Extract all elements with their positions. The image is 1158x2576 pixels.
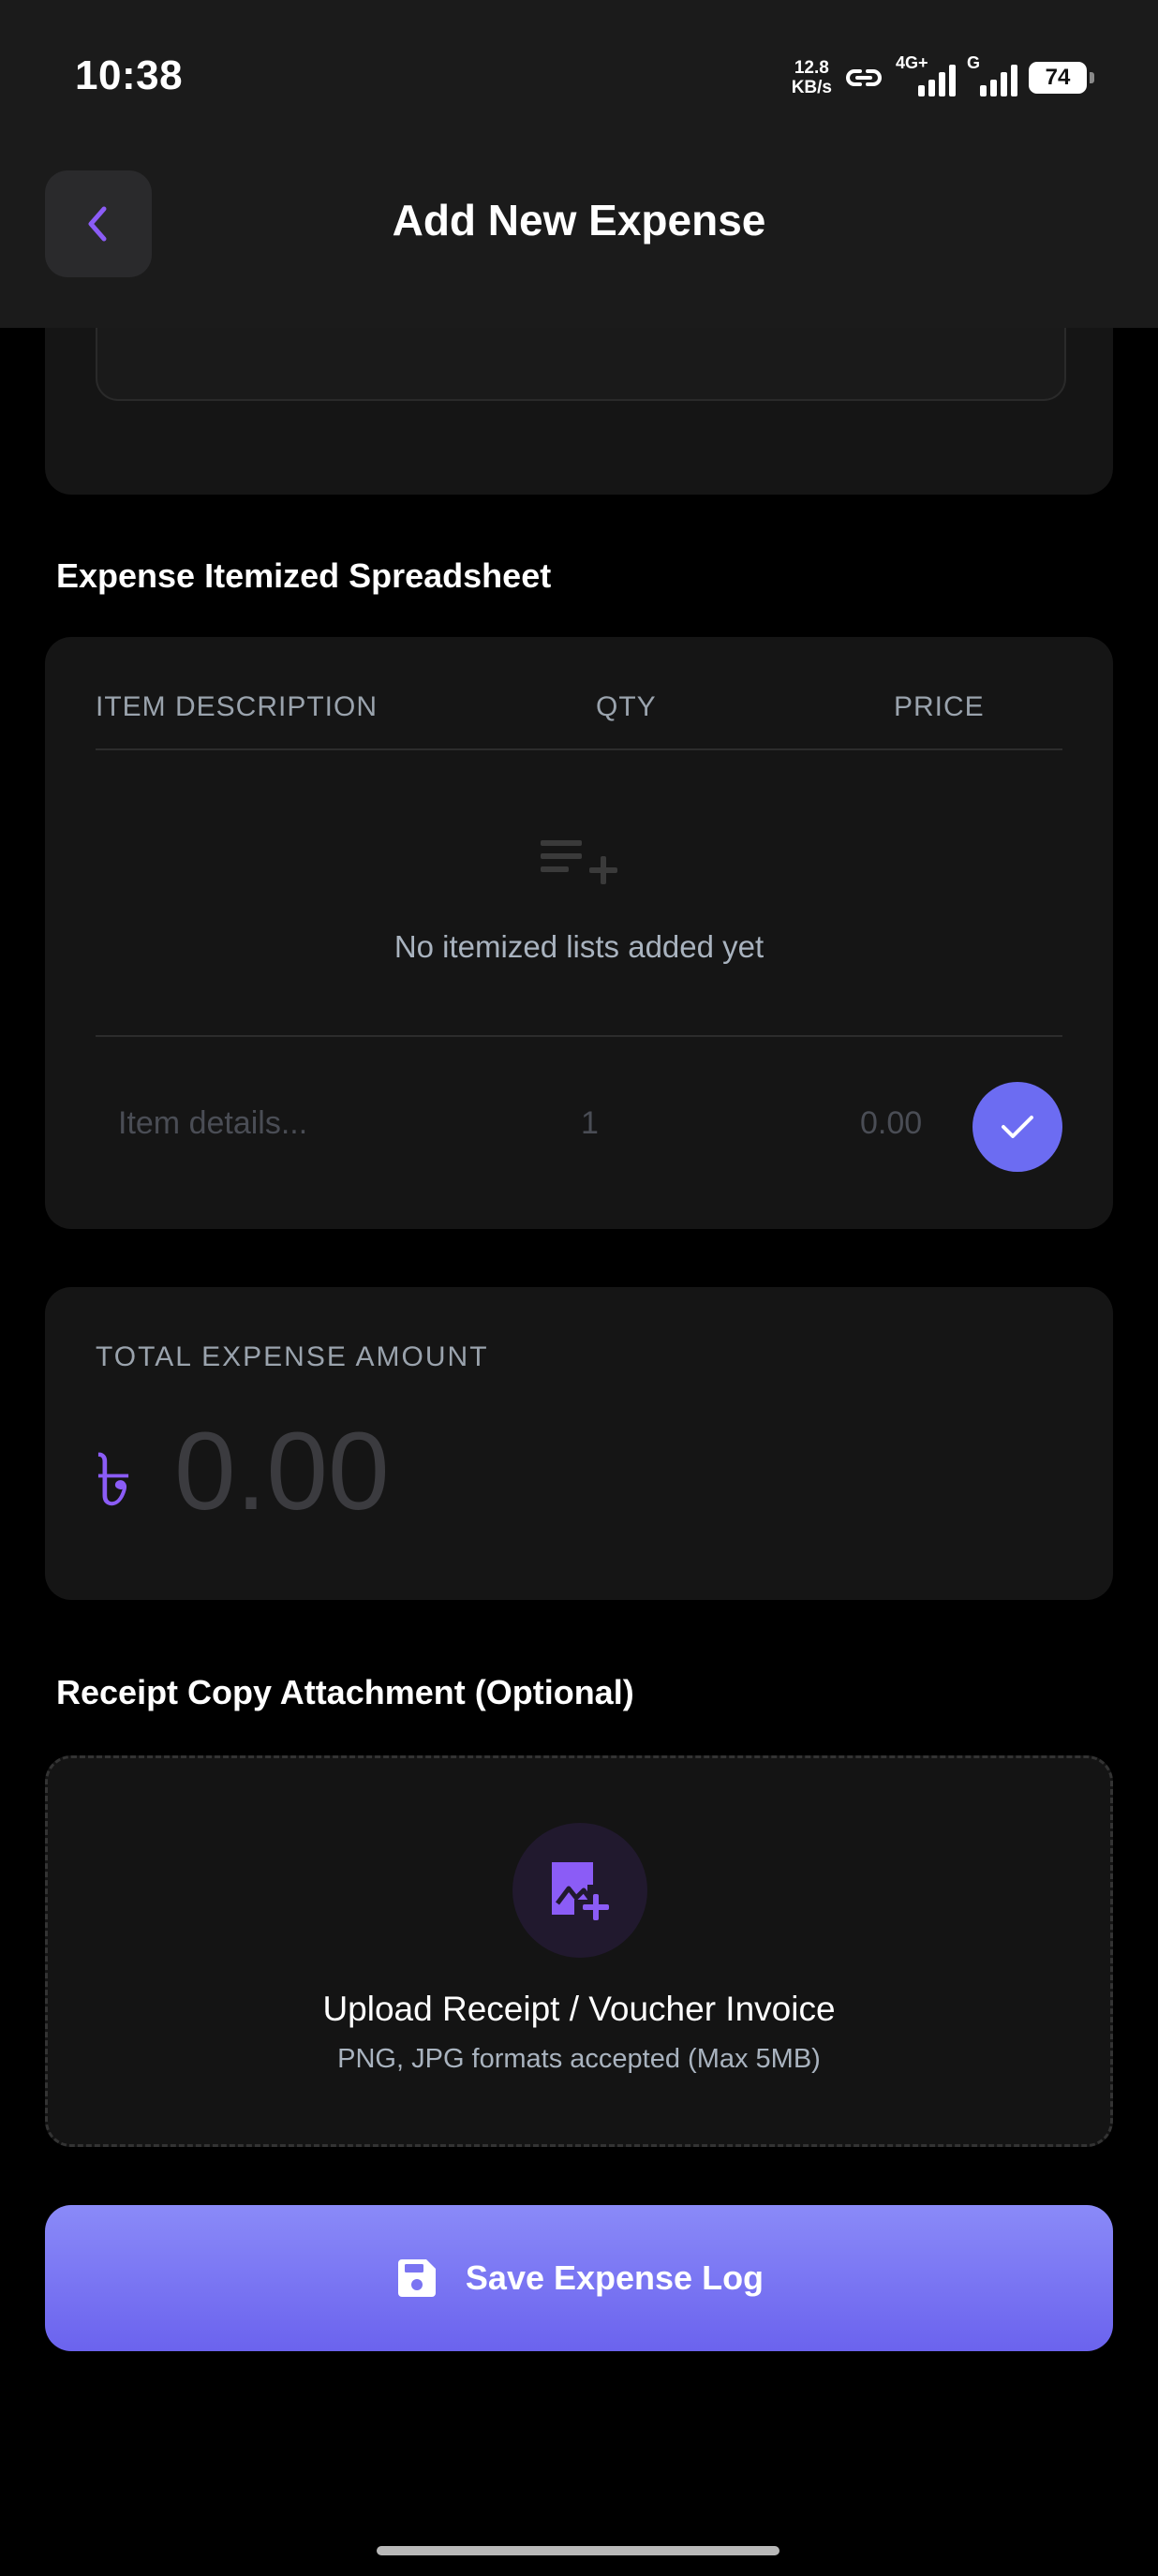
header-divider bbox=[96, 748, 1062, 750]
row-divider bbox=[96, 1035, 1062, 1037]
item-description-input[interactable]: Item details... bbox=[118, 1105, 307, 1142]
network-speed: 12.8 KB/s bbox=[792, 58, 832, 97]
upload-subtitle: PNG, JPG formats accepted (Max 5MB) bbox=[337, 2044, 821, 2074]
check-icon bbox=[1002, 1116, 1033, 1138]
add-photo-icon bbox=[552, 1862, 609, 1920]
signal2-tag: G bbox=[967, 53, 981, 72]
total-label: TOTAL EXPENSE AMOUNT bbox=[96, 1341, 489, 1372]
save-button-label: Save Expense Log bbox=[465, 2258, 765, 2297]
link-icon bbox=[846, 69, 882, 86]
status-time: 10:38 bbox=[75, 52, 184, 98]
network-speed-value: 12.8 bbox=[794, 58, 829, 78]
home-indicator[interactable] bbox=[377, 2546, 779, 2555]
total-amount: 0.00 bbox=[174, 1410, 390, 1533]
upload-title: Upload Receipt / Voucher Invoice bbox=[322, 1990, 836, 2028]
signal-4g-icon: 4G+ bbox=[896, 53, 956, 96]
receipt-section-title: Receipt Copy Attachment (Optional) bbox=[56, 1673, 634, 1711]
playlist-add-icon bbox=[541, 840, 617, 884]
currency-symbol: ৳ bbox=[96, 1439, 132, 1521]
battery-level: 74 bbox=[1045, 65, 1071, 90]
save-icon bbox=[397, 2259, 436, 2297]
app-header: 10:38 12.8 KB/s 4G+ G 74 Add New Expense bbox=[0, 0, 1158, 328]
itemized-section-title: Expense Itemized Spreadsheet bbox=[56, 556, 552, 595]
add-item-button[interactable] bbox=[972, 1082, 1062, 1172]
item-price-input[interactable]: 0.00 bbox=[860, 1105, 922, 1142]
status-icons: 12.8 KB/s 4G+ G 74 bbox=[792, 53, 1094, 101]
column-header-description: ITEM DESCRIPTION bbox=[96, 691, 379, 722]
battery-indicator: 74 bbox=[1029, 62, 1094, 94]
save-expense-button[interactable]: Save Expense Log bbox=[45, 2205, 1113, 2351]
item-qty-input[interactable]: 1 bbox=[581, 1105, 599, 1142]
network-speed-unit: KB/s bbox=[791, 78, 832, 97]
column-header-price: PRICE bbox=[894, 691, 985, 722]
upload-icon-circle bbox=[512, 1823, 647, 1958]
signal-g-icon: G bbox=[967, 53, 1017, 96]
signal1-tag: 4G+ bbox=[896, 53, 928, 72]
empty-state-text: No itemized lists added yet bbox=[393, 929, 765, 964]
page-title: Add New Expense bbox=[392, 196, 766, 244]
column-header-qty: QTY bbox=[596, 691, 657, 722]
